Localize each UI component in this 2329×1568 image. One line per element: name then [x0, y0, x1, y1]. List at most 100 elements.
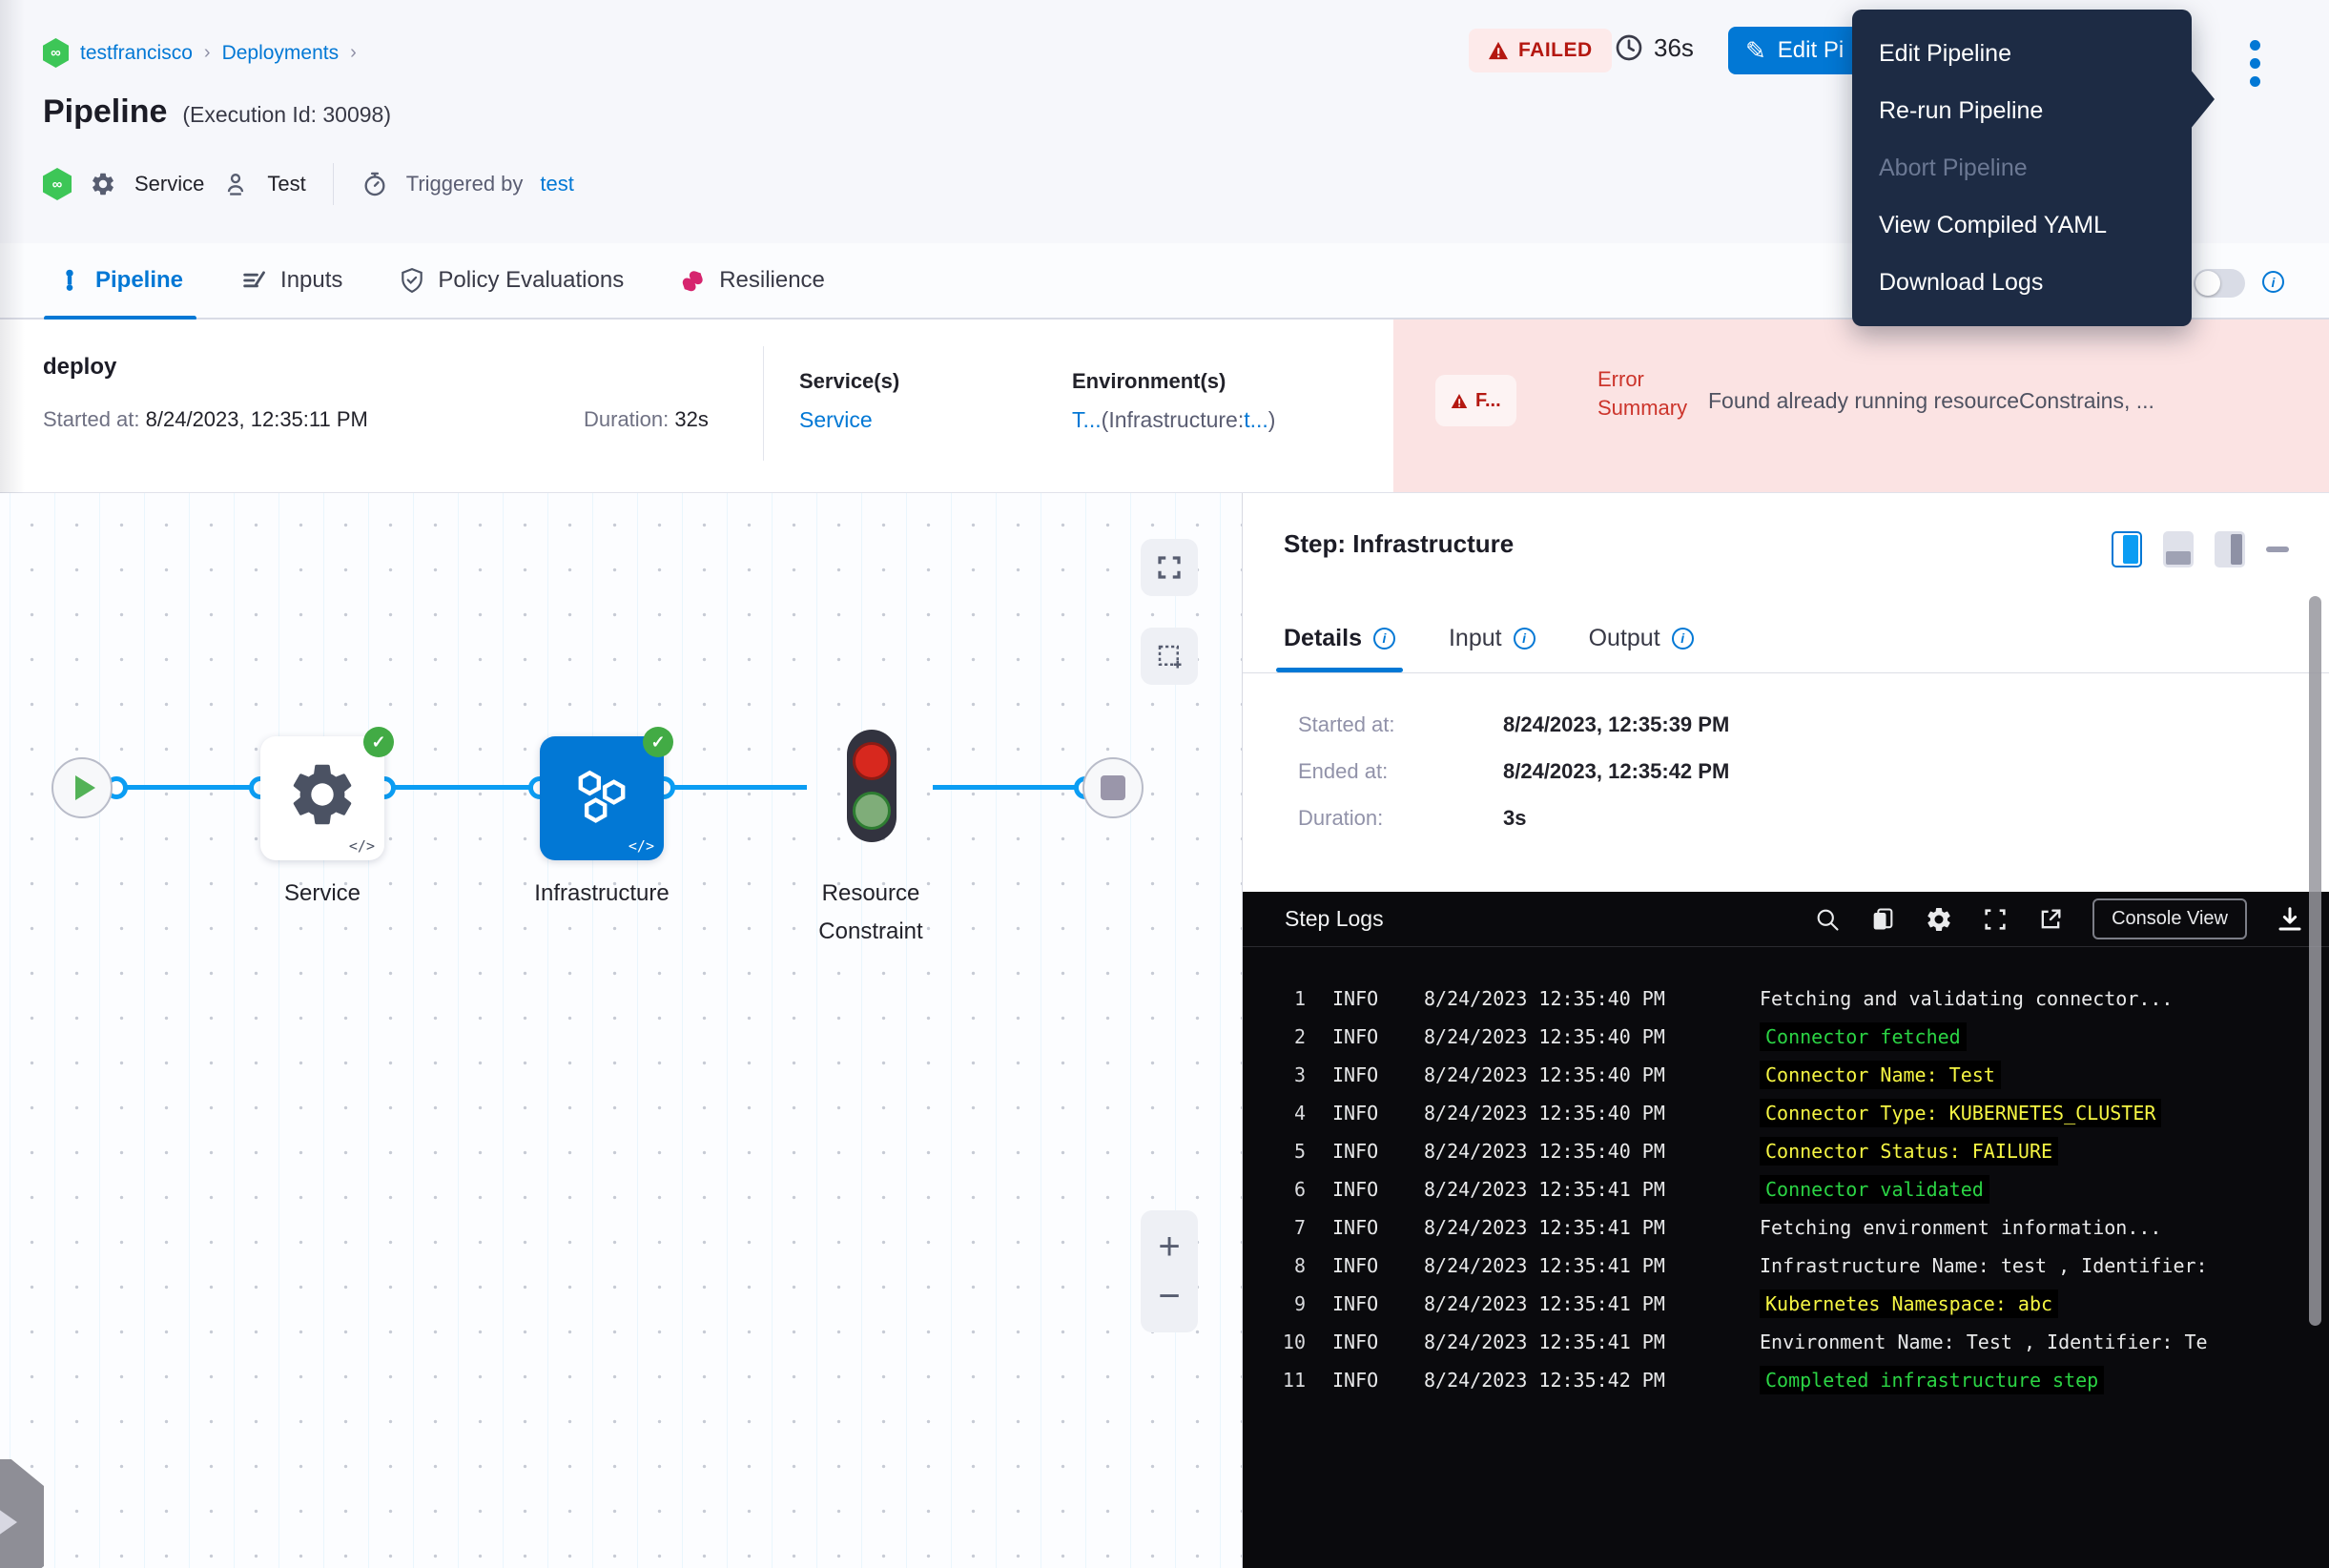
- log-search-icon[interactable]: [1814, 906, 1841, 933]
- chevron-right-icon: ›: [204, 42, 211, 64]
- step-logs-console: Step Logs: [1243, 892, 2329, 1568]
- view-toggle[interactable]: [2194, 269, 2245, 298]
- tab-pipeline[interactable]: Pipeline: [57, 242, 183, 319]
- services-column: Service(s) Service: [799, 369, 899, 433]
- marquee-select-icon: [1155, 642, 1184, 671]
- log-message: Connector validated: [1760, 1175, 1989, 1204]
- log-timestamp: 8/24/2023 12:35:40 PM: [1424, 987, 1760, 1010]
- copy-icon[interactable]: [1869, 906, 1896, 933]
- service-node[interactable]: </> ✓: [260, 736, 384, 860]
- log-timestamp: 8/24/2023 12:35:41 PM: [1424, 1216, 1760, 1239]
- log-fullscreen-icon[interactable]: [1982, 906, 2009, 933]
- divider: [333, 163, 334, 205]
- zoom-out-button[interactable]: −: [1158, 1282, 1180, 1310]
- log-timestamp: 8/24/2023 12:35:41 PM: [1424, 1331, 1760, 1353]
- detail-row: Started at: 8/24/2023, 12:35:39 PM: [1298, 701, 1729, 748]
- environment-link[interactable]: T...: [1072, 407, 1102, 432]
- panel-scrollbar[interactable]: [2309, 596, 2321, 1326]
- error-summary-message: Found already running resourceConstrains…: [1708, 388, 2321, 414]
- infrastructure-node[interactable]: </> ✓: [540, 736, 664, 860]
- log-line-number: 9: [1243, 1292, 1306, 1315]
- menu-item[interactable]: Re-run Pipeline: [1852, 82, 2192, 139]
- breadcrumb: ∞ testfrancisco › Deployments ›: [43, 38, 357, 68]
- tab-inputs[interactable]: Inputs: [240, 242, 342, 319]
- resource-constraint-node[interactable]: [847, 730, 897, 842]
- harness-logo-icon: ∞: [43, 168, 72, 200]
- tab-resilience[interactable]: Resilience: [681, 242, 825, 319]
- step-detail-fields: Started at: 8/24/2023, 12:35:39 PM Ended…: [1298, 701, 1729, 841]
- step-detail-tab[interactable]: Output i: [1589, 608, 1694, 669]
- title-row: Pipeline (Execution Id: 30098): [43, 93, 391, 131]
- menu-item[interactable]: Abort Pipeline: [1852, 139, 2192, 196]
- log-message: Fetching environment information...: [1760, 1216, 2161, 1239]
- log-level: INFO: [1332, 1063, 1407, 1086]
- log-lines[interactable]: 1 INFO 8/24/2023 12:35:40 PM Fetching an…: [1243, 947, 2329, 1399]
- log-timestamp: 8/24/2023 12:35:41 PM: [1424, 1292, 1760, 1315]
- info-icon[interactable]: i: [1373, 628, 1395, 650]
- breadcrumb-deployments-link[interactable]: Deployments: [222, 42, 340, 65]
- log-line: 9 INFO 8/24/2023 12:35:41 PM Kubernetes …: [1243, 1285, 2329, 1323]
- log-level: INFO: [1332, 1254, 1407, 1277]
- execution-id: (Execution Id: 30098): [182, 102, 391, 128]
- log-message: Connector fetched: [1760, 1022, 1967, 1051]
- step-logs-header: Step Logs: [1243, 892, 2329, 947]
- log-line-number: 1: [1243, 987, 1306, 1010]
- canvas-select-button[interactable]: [1141, 628, 1198, 685]
- fullscreen-icon: [1155, 553, 1184, 582]
- layout-right-icon[interactable]: [2215, 531, 2245, 567]
- start-node[interactable]: [52, 757, 113, 818]
- infrastructure-link[interactable]: t...: [1244, 407, 1268, 432]
- log-line-number: 7: [1243, 1216, 1306, 1239]
- log-settings-gear-icon[interactable]: [1925, 905, 1953, 934]
- menu-item[interactable]: View Compiled YAML: [1852, 196, 2192, 254]
- log-timestamp: 8/24/2023 12:35:41 PM: [1424, 1254, 1760, 1277]
- download-logs-icon[interactable]: [2276, 905, 2304, 934]
- failed-mini-badge: F...: [1435, 375, 1516, 426]
- menu-item[interactable]: Download Logs: [1852, 254, 2192, 311]
- info-icon[interactable]: i: [1672, 628, 1694, 650]
- stage-summary-bar: deploy Started at: 8/24/2023, 12:35:11 P…: [0, 320, 2329, 493]
- canvas-fullscreen-button[interactable]: [1141, 539, 1198, 596]
- minimize-panel-icon[interactable]: [2266, 547, 2289, 552]
- log-line: 3 INFO 8/24/2023 12:35:40 PM Connector N…: [1243, 1056, 2329, 1094]
- step-detail-tabs: Details i Input i Output i: [1284, 608, 1694, 669]
- service-link[interactable]: Service: [799, 407, 873, 432]
- step-logs-title: Step Logs: [1285, 906, 1384, 932]
- log-level: INFO: [1332, 987, 1407, 1010]
- log-timestamp: 8/24/2023 12:35:40 PM: [1424, 1140, 1760, 1163]
- zoom-in-button[interactable]: +: [1158, 1232, 1180, 1261]
- edge: [664, 785, 807, 790]
- info-icon[interactable]: i: [1514, 628, 1535, 650]
- log-line: 1 INFO 8/24/2023 12:35:40 PM Fetching an…: [1243, 980, 2329, 1018]
- execution-meta-row: ∞ Service Test Triggered by test: [43, 162, 574, 206]
- stage-duration: Duration: 32s: [584, 407, 709, 432]
- info-icon[interactable]: i: [2262, 271, 2284, 293]
- log-message: Connector Status: FAILURE: [1760, 1137, 2058, 1166]
- step-detail-tab[interactable]: Input i: [1449, 608, 1535, 669]
- open-in-new-icon[interactable]: [2037, 906, 2064, 933]
- panel-layout-controls: [2112, 531, 2289, 567]
- gear-icon: [89, 170, 117, 198]
- log-line-number: 6: [1243, 1178, 1306, 1201]
- red-light-icon: [853, 742, 891, 780]
- tab-policy-evaluations[interactable]: Policy Evaluations: [400, 242, 624, 319]
- kebab-menu-icon[interactable]: [2237, 34, 2272, 92]
- step-detail-tab[interactable]: Details i: [1284, 608, 1395, 669]
- log-message: Infrastructure Name: test , Identifier:: [1760, 1254, 2208, 1277]
- log-message: Connector Name: Test: [1760, 1061, 2001, 1089]
- layout-split-right-icon[interactable]: [2112, 531, 2142, 567]
- success-check-icon: ✓: [363, 727, 394, 757]
- triggered-by-label: Triggered by: [406, 172, 524, 196]
- breadcrumb-account-link[interactable]: testfrancisco: [80, 42, 193, 65]
- stage-name: deploy: [43, 354, 116, 381]
- total-duration: 36s: [1614, 32, 1694, 63]
- layout-bottom-icon[interactable]: [2163, 531, 2194, 567]
- user-icon: [221, 170, 250, 198]
- menu-item[interactable]: Edit Pipeline: [1852, 25, 2192, 82]
- log-line: 4 INFO 8/24/2023 12:35:40 PM Connector T…: [1243, 1094, 2329, 1132]
- pipeline-graph-canvas[interactable]: </> ✓ </> ✓ Service Infrastructure Resou…: [0, 493, 1242, 1568]
- end-node[interactable]: [1082, 757, 1144, 818]
- triggered-by-user-link[interactable]: test: [540, 172, 573, 196]
- stage-started-at: Started at: 8/24/2023, 12:35:11 PM: [43, 407, 368, 432]
- console-view-button[interactable]: Console View: [2092, 898, 2247, 939]
